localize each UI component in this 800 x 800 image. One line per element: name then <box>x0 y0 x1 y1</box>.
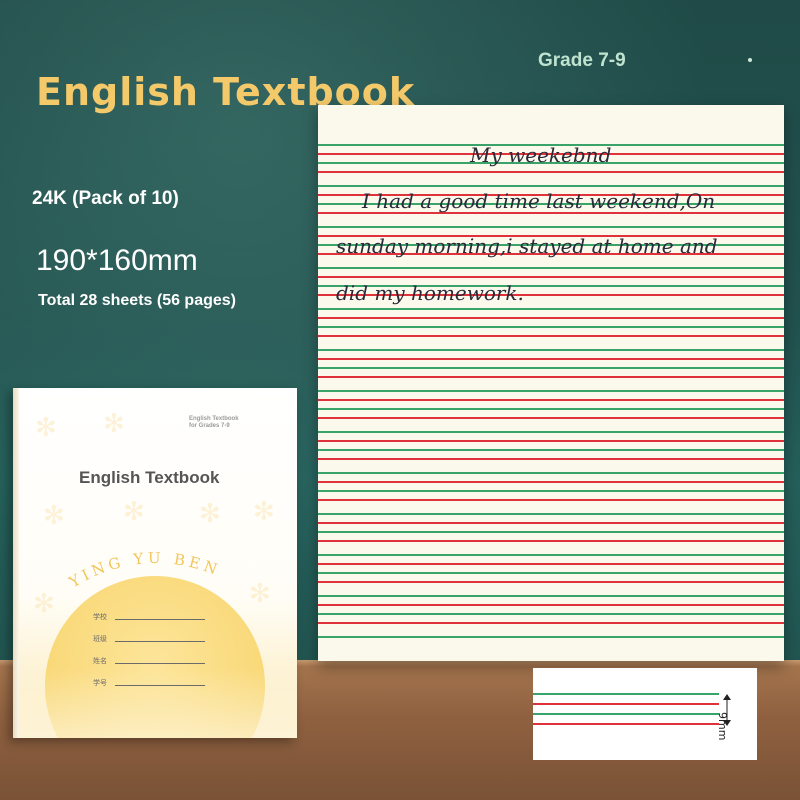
field-class: 班级 <box>93 632 205 644</box>
line-spacing-inset: 9mm <box>533 668 757 760</box>
svg-text:YING YU BEN: YING YU BEN <box>65 549 223 592</box>
snowflake-icon: ✻ <box>123 496 145 526</box>
field-student-id: 学号 <box>93 676 205 688</box>
snowflake-icon: ✻ <box>253 496 275 526</box>
handwriting-line-3: did my homework. <box>336 281 524 305</box>
field-name: 姓名 <box>93 654 205 666</box>
dimensions-label: 190*160mm <box>36 244 198 277</box>
notebook-page: My weekebnd I had a good time last weeke… <box>318 105 784 661</box>
field-line <box>115 685 205 686</box>
sheet-count-label: Total 28 sheets (56 pages) <box>38 292 236 309</box>
snowflake-icon: ✻ <box>35 412 57 442</box>
field-label: 学号 <box>93 680 107 687</box>
cover-spine <box>13 388 19 738</box>
field-line <box>115 641 205 642</box>
field-label: 学校 <box>93 614 107 621</box>
arc-text: YING YU BEN <box>65 549 219 592</box>
decorative-dot <box>748 58 752 62</box>
notebook-cover: ✻ ✻ ✻ ✻ ✻ ✻ ✻ ✻ English Textbook for Gra… <box>13 388 297 738</box>
field-label: 班级 <box>93 636 107 643</box>
pack-size-label: 24K (Pack of 10) <box>32 188 179 209</box>
field-label: 姓名 <box>93 658 107 665</box>
handwriting-title: My weekebnd <box>470 143 612 167</box>
snowflake-icon: ✻ <box>43 500 65 530</box>
spacing-label: 9mm <box>716 712 729 741</box>
cover-subtitle-line-1: English Textbook <box>189 416 239 422</box>
cover-title: English Textbook <box>79 468 220 487</box>
handwriting-line-1: I had a good time last weekend,On <box>362 189 716 213</box>
cover-subtitle: English Textbook for Grades 7-9 <box>189 416 279 430</box>
cover-arc-text: YING YU BEN <box>65 549 223 592</box>
snowflake-icon: ✻ <box>33 588 55 618</box>
snowflake-icon: ✻ <box>199 498 221 528</box>
snowflake-icon: ✻ <box>103 408 125 438</box>
field-line <box>115 619 205 620</box>
cover-subtitle-line-2: for Grades 7-9 <box>189 423 230 429</box>
field-line <box>115 663 205 664</box>
field-school: 学校 <box>93 610 205 622</box>
grade-label: Grade 7-9 <box>538 50 626 71</box>
handwriting-line-2: sunday morning,i stayed at home and <box>336 234 718 258</box>
